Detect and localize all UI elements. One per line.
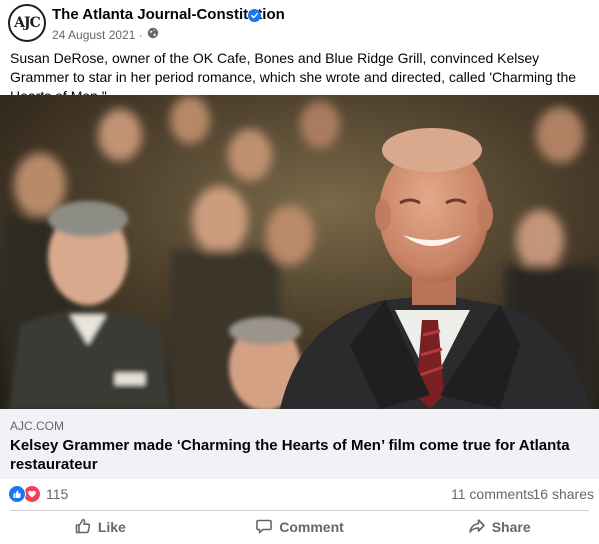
- share-arrow-icon: [468, 517, 486, 538]
- thumbs-up-icon: [74, 517, 92, 538]
- post-timestamp[interactable]: 24 August 2021 ·: [52, 28, 143, 42]
- share-button[interactable]: Share: [399, 513, 599, 541]
- link-headline[interactable]: Kelsey Grammer made ‘Charming the Hearts…: [10, 436, 580, 474]
- shares-count-link[interactable]: 16 shares: [533, 486, 594, 502]
- like-reaction-icon: [8, 485, 26, 503]
- verified-badge-icon: [248, 9, 261, 22]
- post-header: AJC The Atlanta Journal-Constitution 24 …: [0, 0, 599, 44]
- avatar-logo-text: AJC: [14, 15, 41, 31]
- comment-bubble-icon: [255, 517, 273, 538]
- share-button-label: Share: [491, 519, 531, 535]
- globe-icon: [147, 27, 159, 42]
- link-domain: AJC.COM: [10, 419, 64, 433]
- link-preview-image[interactable]: [0, 95, 599, 409]
- comment-button[interactable]: Comment: [200, 513, 400, 541]
- reaction-count: 115: [46, 486, 69, 502]
- link-preview-card[interactable]: AJC.COM Kelsey Grammer made ‘Charming th…: [0, 409, 599, 479]
- comment-button-label: Comment: [279, 519, 344, 535]
- actions-divider: [10, 510, 589, 511]
- page-avatar[interactable]: AJC: [8, 4, 46, 42]
- post-meta: 24 August 2021 ·: [52, 27, 159, 42]
- like-button-label: Like: [97, 519, 126, 535]
- comments-count-link[interactable]: 11 comments: [451, 486, 534, 502]
- reaction-summary[interactable]: 115: [8, 485, 68, 503]
- like-button[interactable]: Like: [0, 513, 200, 541]
- post-stats: 115 11 comments 16 shares: [0, 482, 599, 506]
- post-actions: Like Comment Share: [0, 513, 599, 541]
